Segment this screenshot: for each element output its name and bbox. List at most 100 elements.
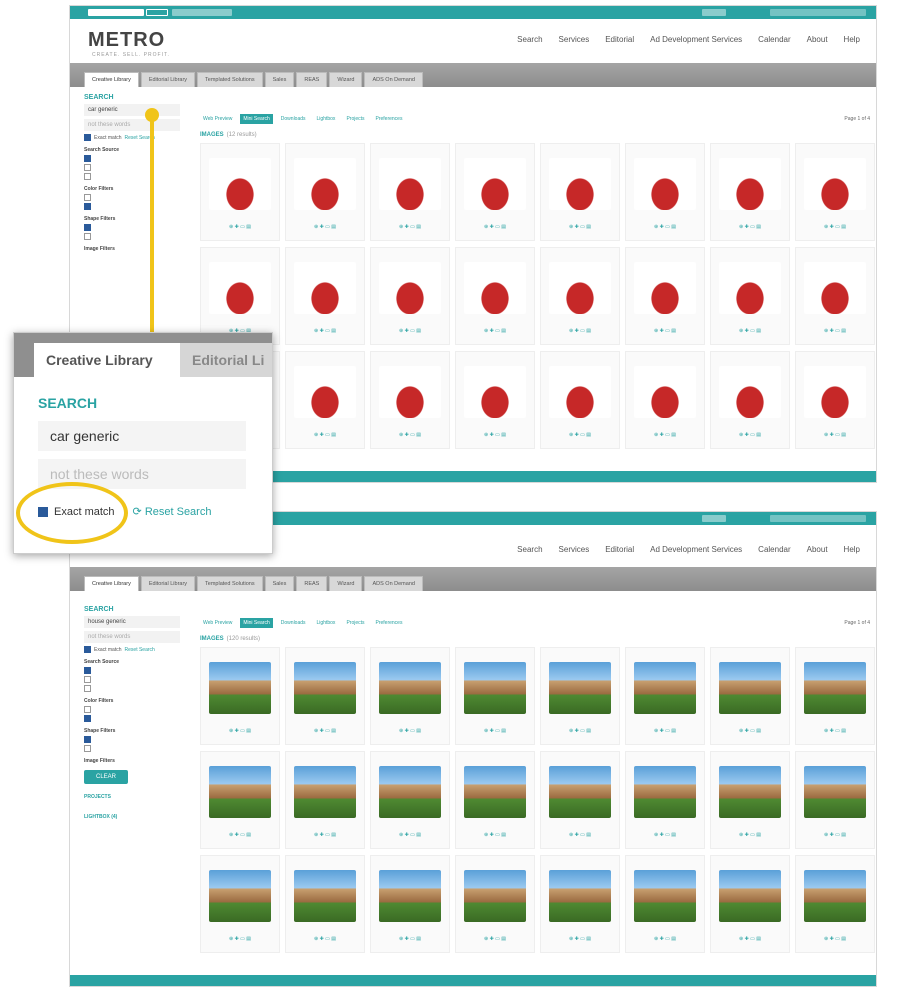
card-action-icons[interactable]: ⊕ ✚ ▭ ▤ (626, 936, 704, 942)
result-thumbnail[interactable] (379, 870, 441, 922)
card-action-icons[interactable]: ⊕ ✚ ▭ ▤ (286, 328, 364, 334)
downloads-button[interactable]: Downloads (278, 618, 309, 628)
result-thumbnail[interactable] (804, 662, 866, 714)
result-thumbnail[interactable] (294, 262, 356, 314)
card-action-icons[interactable]: ⊕ ✚ ▭ ▤ (796, 432, 874, 438)
card-action-icons[interactable]: ⊕ ✚ ▭ ▤ (541, 328, 619, 334)
result-card[interactable]: ⊕ ✚ ▭ ▤ (285, 143, 365, 241)
card-action-icons[interactable]: ⊕ ✚ ▭ ▤ (286, 224, 364, 230)
filter-checkbox[interactable] (84, 203, 91, 210)
card-action-icons[interactable]: ⊕ ✚ ▭ ▤ (201, 832, 279, 838)
tab-editorial-library[interactable]: Editorial Library (140, 576, 196, 591)
card-action-icons[interactable]: ⊕ ✚ ▭ ▤ (626, 832, 704, 838)
result-thumbnail[interactable] (634, 766, 696, 818)
result-thumbnail[interactable] (209, 870, 271, 922)
card-action-icons[interactable]: ⊕ ✚ ▭ ▤ (456, 224, 534, 230)
exact-match-checkbox[interactable] (84, 134, 91, 141)
result-card[interactable]: ⊕ ✚ ▭ ▤ (455, 351, 535, 449)
nav-about[interactable]: About (807, 545, 828, 554)
card-action-icons[interactable]: ⊕ ✚ ▭ ▤ (286, 728, 364, 734)
result-thumbnail[interactable] (209, 158, 271, 210)
card-action-icons[interactable]: ⊕ ✚ ▭ ▤ (371, 936, 449, 942)
result-card[interactable]: ⊕ ✚ ▭ ▤ (455, 647, 535, 745)
result-thumbnail[interactable] (634, 262, 696, 314)
tab-templated-solutions[interactable]: Templated Solutions (197, 576, 263, 591)
tab-ads-on-demand[interactable]: ADS On Demand (364, 576, 423, 591)
result-card[interactable]: ⊕ ✚ ▭ ▤ (370, 647, 450, 745)
nav-calendar[interactable]: Calendar (758, 545, 790, 554)
result-card[interactable]: ⊕ ✚ ▭ ▤ (285, 351, 365, 449)
card-action-icons[interactable]: ⊕ ✚ ▭ ▤ (796, 224, 874, 230)
filter-checkbox[interactable] (84, 676, 91, 683)
card-action-icons[interactable]: ⊕ ✚ ▭ ▤ (286, 832, 364, 838)
zoom-tab-editorial-library[interactable]: Editorial Li (180, 343, 272, 377)
card-action-icons[interactable]: ⊕ ✚ ▭ ▤ (796, 328, 874, 334)
result-card[interactable]: ⊕ ✚ ▭ ▤ (795, 247, 875, 345)
result-card[interactable]: ⊕ ✚ ▭ ▤ (370, 351, 450, 449)
result-thumbnail[interactable] (209, 766, 271, 818)
filter-checkbox[interactable] (84, 194, 91, 201)
result-card[interactable]: ⊕ ✚ ▭ ▤ (200, 751, 280, 849)
card-action-icons[interactable]: ⊕ ✚ ▭ ▤ (711, 728, 789, 734)
result-thumbnail[interactable] (634, 870, 696, 922)
account-link[interactable] (702, 9, 726, 16)
card-action-icons[interactable]: ⊕ ✚ ▭ ▤ (626, 328, 704, 334)
result-thumbnail[interactable] (379, 158, 441, 210)
result-thumbnail[interactable] (549, 870, 611, 922)
result-card[interactable]: ⊕ ✚ ▭ ▤ (625, 751, 705, 849)
zoom-search-input[interactable]: car generic (38, 421, 246, 451)
result-thumbnail[interactable] (464, 366, 526, 418)
result-thumbnail[interactable] (549, 662, 611, 714)
result-thumbnail[interactable] (804, 870, 866, 922)
result-card[interactable]: ⊕ ✚ ▭ ▤ (200, 143, 280, 241)
projects-button[interactable]: Projects (343, 618, 367, 628)
quick-search-input[interactable] (88, 9, 144, 16)
mini-search-button[interactable]: Mini Search (240, 618, 273, 628)
result-card[interactable]: ⊕ ✚ ▭ ▤ (710, 855, 790, 953)
card-action-icons[interactable]: ⊕ ✚ ▭ ▤ (201, 728, 279, 734)
zoom-tab-creative-library[interactable]: Creative Library (34, 343, 198, 377)
lightbox-button[interactable]: Lightbox (314, 618, 339, 628)
result-card[interactable]: ⊕ ✚ ▭ ▤ (710, 647, 790, 745)
result-thumbnail[interactable] (294, 366, 356, 418)
result-thumbnail[interactable] (294, 870, 356, 922)
result-thumbnail[interactable] (719, 366, 781, 418)
result-thumbnail[interactable] (804, 766, 866, 818)
filter-checkbox[interactable] (84, 736, 91, 743)
card-action-icons[interactable]: ⊕ ✚ ▭ ▤ (286, 936, 364, 942)
result-card[interactable]: ⊕ ✚ ▭ ▤ (795, 855, 875, 953)
result-card[interactable]: ⊕ ✚ ▭ ▤ (710, 751, 790, 849)
result-card[interactable]: ⊕ ✚ ▭ ▤ (200, 247, 280, 345)
projects-heading[interactable]: PROJECTS (84, 794, 180, 800)
filter-checkbox[interactable] (84, 706, 91, 713)
tab-editorial-library[interactable]: Editorial Library (140, 72, 196, 87)
result-thumbnail[interactable] (464, 262, 526, 314)
card-action-icons[interactable]: ⊕ ✚ ▭ ▤ (541, 432, 619, 438)
result-thumbnail[interactable] (294, 662, 356, 714)
result-card[interactable]: ⊕ ✚ ▭ ▤ (455, 247, 535, 345)
tab-wizard[interactable]: Wizard (329, 72, 363, 87)
zoom-reset-search-link[interactable]: ⟳ Reset Search (133, 505, 212, 518)
result-thumbnail[interactable] (464, 158, 526, 210)
result-card[interactable]: ⊕ ✚ ▭ ▤ (625, 351, 705, 449)
result-thumbnail[interactable] (719, 870, 781, 922)
result-card[interactable]: ⊕ ✚ ▭ ▤ (540, 647, 620, 745)
card-action-icons[interactable]: ⊕ ✚ ▭ ▤ (626, 728, 704, 734)
tab-reas[interactable]: REAS (296, 576, 328, 591)
card-action-icons[interactable]: ⊕ ✚ ▭ ▤ (796, 728, 874, 734)
result-card[interactable]: ⊕ ✚ ▭ ▤ (540, 855, 620, 953)
nav-ad-development[interactable]: Ad Development Services (650, 545, 742, 554)
result-card[interactable]: ⊕ ✚ ▭ ▤ (540, 751, 620, 849)
result-thumbnail[interactable] (804, 158, 866, 210)
card-action-icons[interactable]: ⊕ ✚ ▭ ▤ (456, 832, 534, 838)
card-action-icons[interactable]: ⊕ ✚ ▭ ▤ (796, 832, 874, 838)
result-card[interactable]: ⊕ ✚ ▭ ▤ (455, 751, 535, 849)
result-card[interactable]: ⊕ ✚ ▭ ▤ (285, 247, 365, 345)
nav-services[interactable]: Services (559, 545, 590, 554)
nav-calendar[interactable]: Calendar (758, 35, 790, 44)
result-card[interactable]: ⊕ ✚ ▭ ▤ (540, 143, 620, 241)
result-card[interactable]: ⊕ ✚ ▭ ▤ (710, 351, 790, 449)
web-preview-button[interactable]: Web Preview (200, 618, 235, 628)
result-card[interactable]: ⊕ ✚ ▭ ▤ (455, 143, 535, 241)
filter-checkbox[interactable] (84, 667, 91, 674)
